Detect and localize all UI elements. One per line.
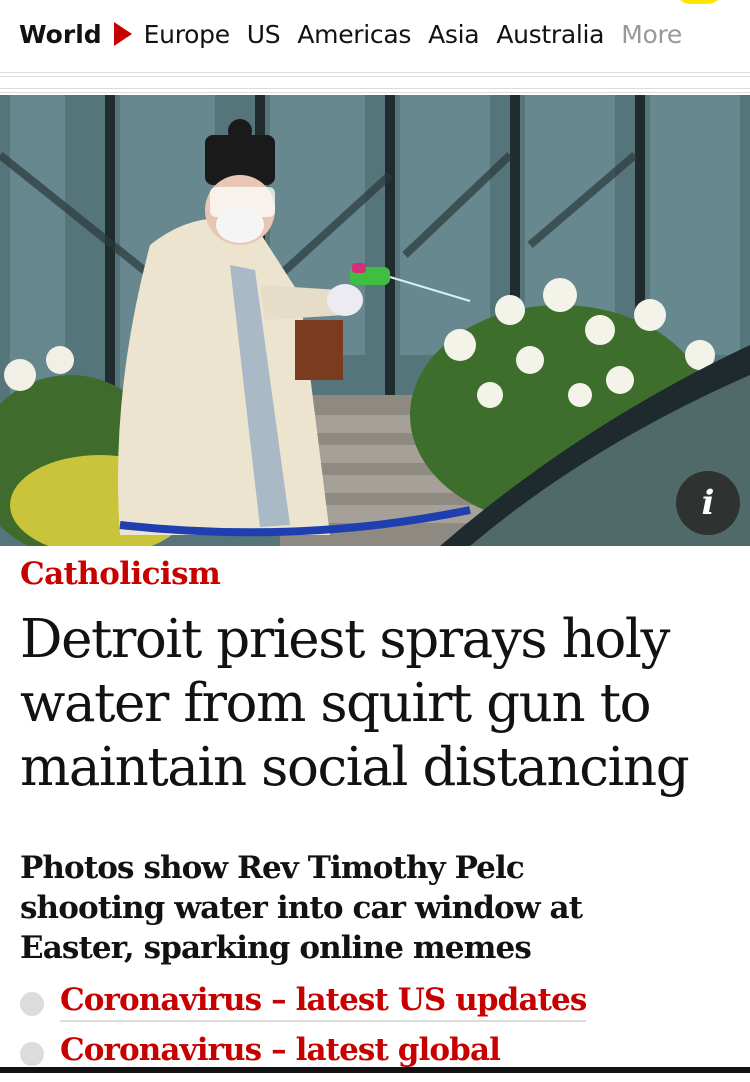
nav-pillar-world[interactable]: World	[19, 20, 102, 49]
nav-item-us[interactable]: US	[247, 20, 281, 49]
notification-dot	[676, 0, 722, 4]
list-item: Coronavirus – latest US updates	[20, 982, 740, 1032]
bullet-icon	[20, 992, 44, 1016]
bottom-bar	[0, 1067, 750, 1073]
nav-item-americas[interactable]: Americas	[297, 20, 411, 49]
hero-image[interactable]	[0, 95, 750, 546]
info-button[interactable]: i	[676, 471, 740, 535]
nav-divider	[0, 76, 750, 77]
nav-divider	[0, 72, 750, 73]
nav-item-australia[interactable]: Australia	[496, 20, 604, 49]
nav-item-asia[interactable]: Asia	[428, 20, 480, 49]
nav-row: World Europe US Americas Asia Australia …	[19, 14, 699, 54]
article-kicker[interactable]: Catholicism	[20, 556, 221, 592]
related-link[interactable]: Coronavirus – latest global	[60, 1032, 501, 1072]
list-item: Coronavirus – latest global	[20, 1032, 740, 1082]
article-headline: Detroit priest sprays holy water from sq…	[20, 609, 690, 798]
nav-divider	[0, 92, 750, 93]
related-link[interactable]: Coronavirus – latest US updates	[60, 982, 587, 1022]
bullet-icon	[20, 1042, 44, 1066]
article-standfirst: Photos show Rev Timothy Pelc shooting wa…	[20, 850, 583, 966]
nav-item-europe[interactable]: Europe	[144, 20, 230, 49]
nav-divider	[0, 88, 750, 89]
section-nav: World Europe US Americas Asia Australia …	[0, 0, 750, 72]
nav-item-more[interactable]: More	[621, 20, 682, 49]
hero-illustration	[0, 95, 750, 546]
arrow-right-icon	[113, 22, 132, 46]
